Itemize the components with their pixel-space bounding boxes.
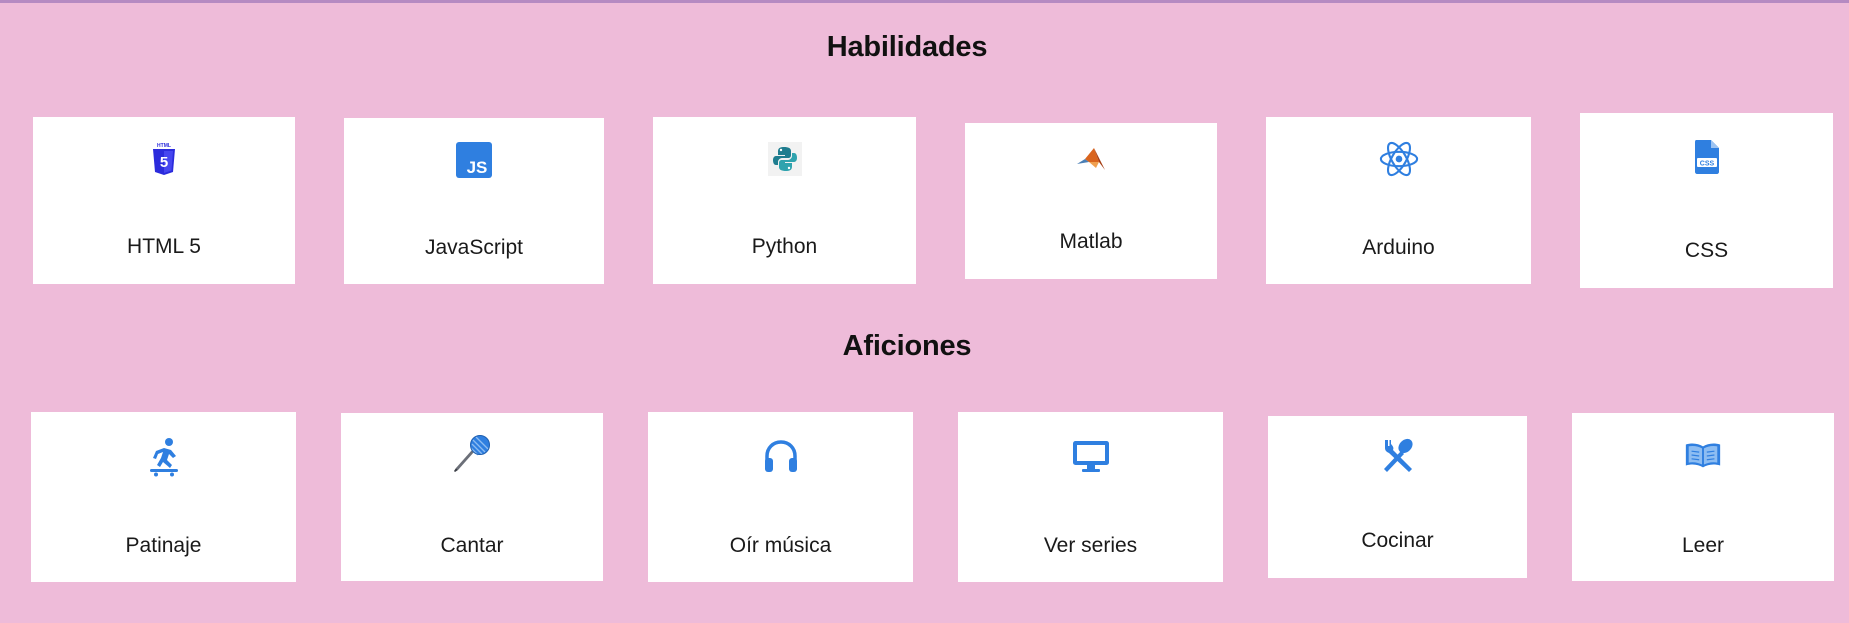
svg-text:HTML: HTML xyxy=(157,143,171,149)
hobby-card-cantar: Cantar xyxy=(341,413,603,581)
python-icon xyxy=(765,139,805,179)
skill-card-arduino: Arduino xyxy=(1266,117,1531,284)
skill-label-javascript: JavaScript xyxy=(424,236,524,259)
hobby-card-cocinar: Cocinar xyxy=(1268,416,1527,578)
matlab-icon xyxy=(1071,141,1111,181)
hobby-card-oir-musica: Oír música xyxy=(648,412,913,582)
skill-card-python: Python xyxy=(653,117,916,284)
hobby-card-ver-series: Ver series xyxy=(958,412,1223,582)
hobby-label-cocinar: Cocinar xyxy=(1361,529,1434,552)
svg-text:CSS: CSS xyxy=(1699,161,1714,168)
html5-icon: HTML 5 xyxy=(144,139,184,179)
skill-card-html5: HTML 5 HTML 5 xyxy=(33,117,295,284)
skill-label-html5: HTML 5 xyxy=(127,235,201,258)
skill-label-matlab: Matlab xyxy=(1059,230,1123,253)
skill-card-css: CSS CSS xyxy=(1580,113,1833,288)
top-border xyxy=(0,0,1849,3)
skill-card-matlab: Matlab xyxy=(965,123,1217,279)
hobby-label-ver-series: Ver series xyxy=(1043,534,1138,557)
javascript-icon: JS xyxy=(454,140,494,180)
svg-text:5: 5 xyxy=(160,154,168,171)
react-atom-icon xyxy=(1379,139,1419,179)
utensils-icon xyxy=(1378,435,1418,475)
skill-card-javascript: JS JavaScript xyxy=(344,118,604,284)
skateboarding-icon xyxy=(144,437,184,477)
skill-label-python: Python xyxy=(751,235,818,258)
hobbies-title: Aficiones xyxy=(842,330,972,362)
skill-label-css: CSS xyxy=(1684,239,1729,262)
skill-label-arduino: Arduino xyxy=(1362,236,1435,259)
skills-title: Habilidades xyxy=(826,31,988,63)
open-book-icon xyxy=(1683,435,1723,475)
hobby-card-patinaje: Patinaje xyxy=(31,412,296,582)
svg-text:JS: JS xyxy=(467,158,488,177)
hobby-card-leer: Leer xyxy=(1572,413,1834,581)
microphone-icon xyxy=(452,434,492,474)
hobby-label-leer: Leer xyxy=(1681,534,1725,557)
headphones-icon xyxy=(761,436,801,476)
hobby-label-patinaje: Patinaje xyxy=(125,534,202,557)
css-file-icon: CSS xyxy=(1687,137,1727,177)
hobby-label-oir-musica: Oír música xyxy=(729,534,832,557)
hobby-label-cantar: Cantar xyxy=(440,534,504,557)
monitor-icon xyxy=(1071,436,1111,476)
